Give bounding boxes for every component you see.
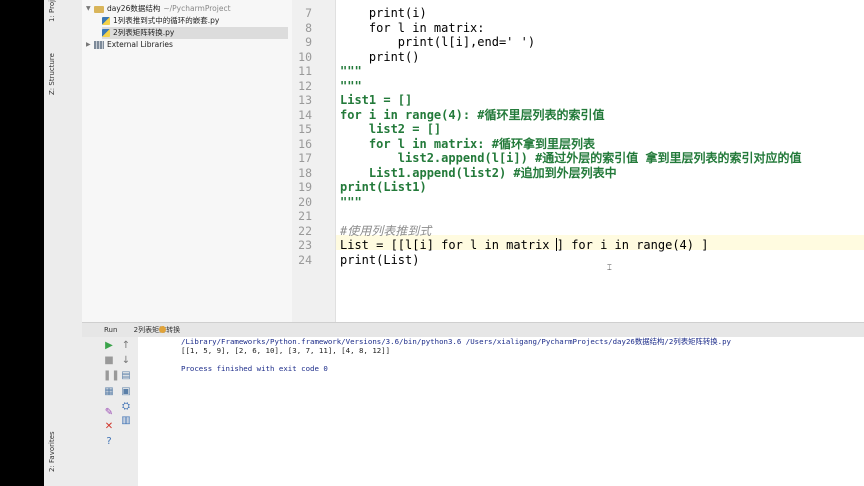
- run-panel-header: Run 2列表矩阵转换: [82, 322, 864, 338]
- scroll-down-icon[interactable]: ↓: [120, 355, 132, 367]
- tree-root-folder[interactable]: ▼ day26数据结构 ~/PycharmProject: [86, 3, 231, 15]
- tree-file-2[interactable]: 2列表矩阵转换.py: [102, 27, 288, 39]
- console-output[interactable]: /Library/Frameworks/Python.framework/Ver…: [138, 337, 864, 486]
- project-tool-tab[interactable]: 1: Project: [48, 0, 56, 22]
- file-name: 2列表矩阵转换.py: [113, 28, 175, 37]
- project-tab-label: 1: Project: [48, 0, 56, 22]
- line-number: 16: [298, 136, 312, 151]
- line-number: 7: [305, 6, 312, 20]
- code-line[interactable]: print(List): [340, 253, 419, 268]
- code-line[interactable]: """: [340, 79, 362, 94]
- console-output-line: [[1, 5, 9], [2, 6, 10], [3, 7, 11], [4, …: [181, 346, 391, 355]
- line-number: 18: [298, 165, 312, 180]
- code-line[interactable]: for l in matrix:: [340, 21, 485, 36]
- python-file-icon: [102, 17, 110, 25]
- line-number: 12: [298, 78, 312, 93]
- line-number: 11: [298, 64, 312, 78]
- favorites-tool-tab[interactable]: 2: Favorites: [48, 431, 56, 472]
- stop-icon[interactable]: ■: [103, 355, 115, 367]
- structure-tool-tab[interactable]: Z: Structure: [48, 53, 56, 95]
- line-number: 20: [298, 194, 312, 209]
- root-folder-name: day26数据结构: [107, 4, 161, 13]
- code-editor[interactable]: print(i) for l in matrix: print(l[i],end…: [336, 0, 864, 322]
- line-number: 22: [298, 223, 312, 238]
- tree-external-libraries[interactable]: ▶ External Libraries: [86, 39, 173, 51]
- scroll-up-icon[interactable]: ↑: [120, 340, 132, 352]
- soft-wrap-icon[interactable]: ▤: [120, 370, 132, 382]
- line-number: 10: [298, 49, 312, 64]
- expand-arrow-icon[interactable]: ▶: [86, 39, 94, 51]
- root-folder-path: ~/PycharmProject: [163, 4, 231, 13]
- code-line[interactable]: List1 = []: [340, 93, 412, 108]
- code-line[interactable]: list2 = []: [340, 122, 441, 137]
- pin-icon[interactable]: ✎: [103, 407, 115, 419]
- run-toolbar: ▶ ↑ ■ ↓ ❚❚ ▤ ▦ ▣ ⛭ ✎ ▥ ✕ ?: [82, 337, 139, 486]
- code-line[interactable]: for i in range(4): #循环里层列表的索引值: [340, 108, 605, 123]
- rerun-icon[interactable]: ▶: [103, 340, 115, 352]
- code-line[interactable]: """: [340, 195, 362, 210]
- restore-layout-icon[interactable]: ▦: [103, 386, 115, 398]
- run-config-icon: [159, 326, 166, 333]
- line-number: 14: [298, 107, 312, 122]
- structure-tab-label: Z: Structure: [48, 53, 56, 95]
- tree-file-1[interactable]: 1列表推到式中的循环的嵌套.py: [102, 15, 219, 27]
- line-number: 23: [298, 238, 312, 252]
- code-line[interactable]: print(List1): [340, 180, 427, 195]
- mouse-pointer-icon: ⌶: [607, 263, 612, 272]
- favorites-tab-label: 2: Favorites: [48, 431, 56, 472]
- tool-window-strip: 1: Project Z: Structure 2: Favorites: [44, 0, 83, 486]
- code-line[interactable]: print(l[i],end=' '): [340, 35, 535, 50]
- code-line-current[interactable]: List = [[l[i] for l in matrix ] for i in…: [340, 238, 708, 253]
- line-number: 9: [305, 35, 312, 49]
- pause-icon[interactable]: ❚❚: [103, 370, 120, 382]
- line-number: 19: [298, 180, 312, 194]
- code-line[interactable]: list2.append(l[i]) #通过外层的索引值 拿到里层列表的索引对应…: [340, 151, 802, 166]
- run-label: Run: [104, 326, 118, 334]
- clear-all-icon[interactable]: ▥: [120, 415, 132, 427]
- code-line[interactable]: """: [340, 64, 362, 79]
- project-tree-panel: ▼ day26数据结构 ~/PycharmProject 1列表推到式中的循环的…: [82, 0, 292, 322]
- line-number: 13: [298, 93, 312, 107]
- code-line[interactable]: for l in matrix: #循环拿到里层列表: [340, 137, 595, 152]
- print-icon[interactable]: ▣: [120, 386, 132, 398]
- line-number-gutter: 7 8 9 10 11 12 13 14 15 16 17 18 19 20 2…: [292, 0, 336, 322]
- settings-icon[interactable]: ⛭: [120, 401, 132, 413]
- ide-window: 1: Project Z: Structure 2: Favorites ▼ d…: [44, 0, 864, 486]
- text-caret: [556, 238, 557, 251]
- run-config-tab[interactable]: 2列表矩阵转换: [134, 326, 180, 334]
- library-icon: [94, 41, 104, 49]
- python-file-icon: [102, 29, 110, 37]
- external-libraries-label: External Libraries: [107, 40, 173, 49]
- line-number: 17: [298, 151, 312, 165]
- line-number: 15: [298, 122, 312, 136]
- line-number: 8: [305, 20, 312, 35]
- line-number: 21: [298, 209, 312, 223]
- code-line[interactable]: List1.append(list2) #追加到外层列表中: [340, 166, 617, 181]
- close-icon[interactable]: ✕: [103, 421, 115, 433]
- line-number: 24: [298, 252, 312, 267]
- folder-icon: [94, 5, 104, 13]
- code-line[interactable]: #使用列表推到式: [340, 224, 431, 239]
- expand-arrow-icon[interactable]: ▼: [86, 3, 94, 15]
- file-name: 1列表推到式中的循环的嵌套.py: [113, 16, 220, 25]
- console-exit-message: Process finished with exit code 0: [181, 364, 328, 373]
- code-line[interactable]: print(i): [340, 6, 427, 21]
- code-line[interactable]: print(): [340, 50, 420, 65]
- help-icon[interactable]: ?: [103, 436, 115, 448]
